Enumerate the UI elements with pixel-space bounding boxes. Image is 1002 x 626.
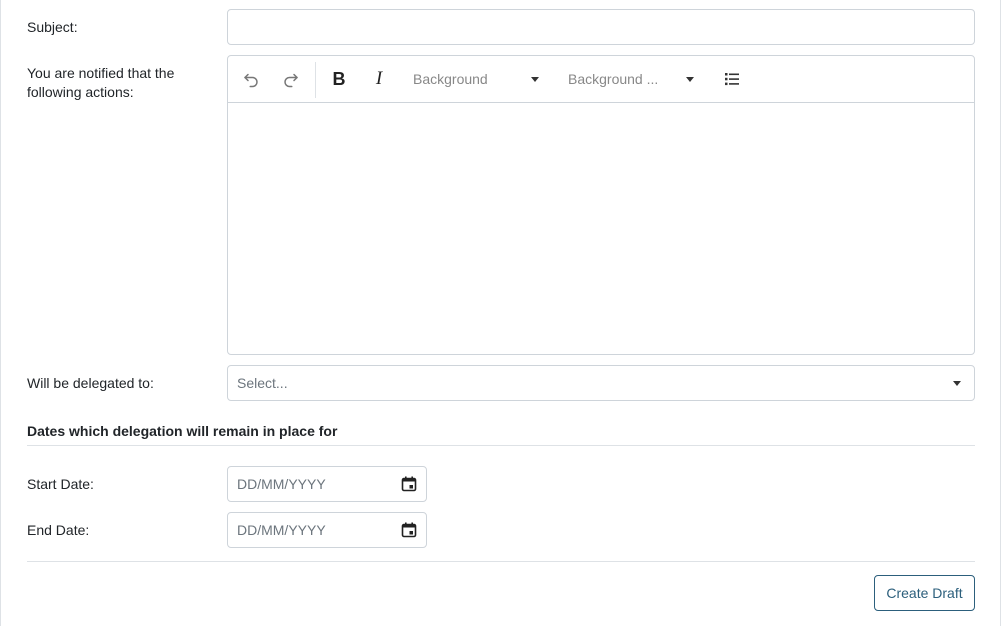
redo-button[interactable] xyxy=(280,68,302,90)
chevron-down-icon xyxy=(953,381,961,386)
subject-label: Subject: xyxy=(27,19,78,35)
create-draft-button[interactable]: Create Draft xyxy=(874,575,975,611)
delegated-label: Will be delegated to: xyxy=(27,375,154,391)
background-color-dropdown[interactable]: Background ... xyxy=(559,56,699,102)
end-date-placeholder: DD/MM/YYYY xyxy=(237,522,326,538)
chevron-down-icon xyxy=(686,77,694,82)
undo-icon xyxy=(244,73,258,88)
start-date-placeholder: DD/MM/YYYY xyxy=(237,476,326,492)
undo-button[interactable] xyxy=(240,68,262,90)
calendar-icon[interactable] xyxy=(401,522,417,538)
text-color-label: Background xyxy=(413,71,488,87)
italic-button[interactable]: I xyxy=(368,68,390,90)
subject-input[interactable] xyxy=(227,9,975,45)
editor-toolbar: B I Background Background ... xyxy=(228,56,974,103)
dates-section-title: Dates which delegation will remain in pl… xyxy=(27,423,338,439)
start-date-input[interactable]: DD/MM/YYYY xyxy=(227,466,427,502)
toolbar-separator xyxy=(315,62,316,98)
bold-button[interactable]: B xyxy=(328,68,350,90)
delegate-select[interactable]: Select... xyxy=(227,365,975,401)
redo-icon xyxy=(284,73,298,88)
editor-content-area[interactable] xyxy=(228,103,974,354)
background-color-label: Background ... xyxy=(568,71,659,87)
notified-label: You are notified that the following acti… xyxy=(27,65,175,100)
start-date-label: Start Date: xyxy=(27,476,94,492)
footer-divider xyxy=(27,561,975,562)
delegate-select-placeholder: Select... xyxy=(237,375,288,391)
text-color-dropdown[interactable]: Background xyxy=(404,56,544,102)
rich-text-editor: B I Background Background ... xyxy=(227,55,975,355)
bullet-list-button[interactable] xyxy=(721,68,743,90)
end-date-label: End Date: xyxy=(27,522,90,538)
chevron-down-icon xyxy=(531,77,539,82)
form-container: Subject: You are notified that the follo… xyxy=(0,0,1001,626)
end-date-input[interactable]: DD/MM/YYYY xyxy=(227,512,427,548)
calendar-icon[interactable] xyxy=(401,476,417,492)
section-divider xyxy=(27,445,975,446)
bullet-list-icon xyxy=(725,73,739,86)
